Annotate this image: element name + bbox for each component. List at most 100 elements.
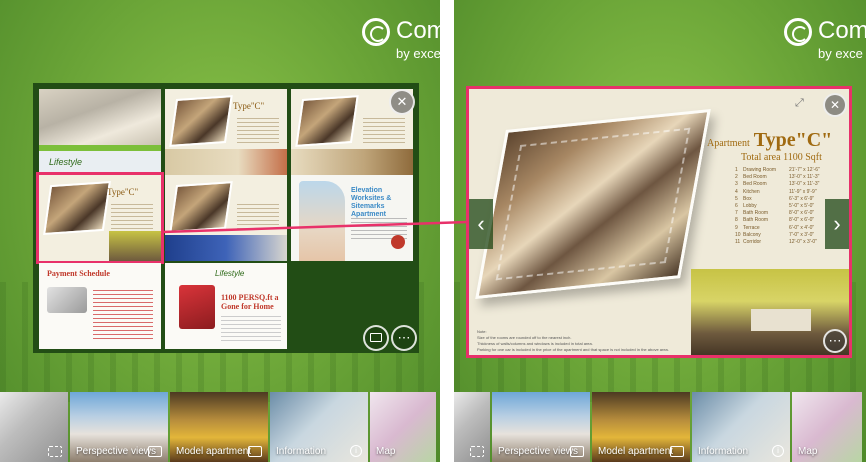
room-photo-strip [109, 231, 161, 261]
room-name: Box [743, 195, 752, 202]
thumbnail-type-d[interactable] [165, 175, 287, 261]
category-tile-sketch[interactable] [0, 392, 68, 462]
room-photo-strip [291, 149, 413, 175]
lifestyle-title: Lifestyle [215, 269, 245, 278]
room-number: 3 [735, 181, 738, 188]
room-spec-row: 5 Box 6'-3" x 6'-9" [735, 196, 827, 203]
elevation-title: Elevation Worksites & Sitemarks Apartmen… [351, 187, 392, 218]
room-size: 6'-0" x 4'-0" [789, 224, 815, 231]
category-tile-map[interactable]: Map [792, 392, 862, 462]
thumbnail-cover[interactable]: Lifestyle [39, 89, 161, 175]
gallery-icon [570, 446, 584, 457]
chevron-left-icon: ‹ [477, 211, 485, 236]
room-number: 2 [735, 174, 738, 181]
floorplan-3d-image [169, 95, 233, 147]
apartment-title: Apartment Type"C" Total area 1100 Sqft [707, 129, 832, 163]
slideshow-button[interactable] [363, 325, 389, 351]
category-tile-information[interactable]: Information i [692, 392, 790, 462]
close-icon: ✕ [396, 94, 408, 109]
thumbnail-payment[interactable]: Payment Schedule [39, 263, 161, 349]
room-number: 9 [735, 224, 738, 231]
room-number: 11 [735, 239, 741, 246]
brand-name: Comp [818, 17, 866, 44]
thumbnail-type-a[interactable]: Type"C" [165, 89, 287, 175]
company-logo-icon [362, 18, 390, 46]
dashed-frame-icon [470, 446, 484, 457]
brand-sub: by exce [818, 46, 863, 61]
expand-button[interactable]: ⤢ [795, 97, 804, 110]
room-name: Corridor [743, 239, 762, 246]
floorplan-3d-image [43, 180, 111, 236]
left-screen: Comp by exce Lifestyle Type"C" Type"C" [0, 0, 440, 462]
room-spec-row: 3 Bed Room 13'-0" x 11'-3" [735, 181, 827, 188]
gift-box-image [179, 285, 215, 329]
thumb-type-label: Type"C" [233, 101, 265, 111]
room-number: 8 [735, 217, 738, 224]
thumbnail-type-c[interactable]: Type"C" [36, 172, 164, 264]
text-lines [221, 315, 281, 341]
apartment-type: Type"C" [753, 129, 833, 151]
room-spec-row: 1 Drawing Room 21'-7" x 12'-6" [735, 167, 827, 174]
room-number: 4 [735, 188, 738, 195]
more-options-button[interactable]: ⋯ [391, 325, 417, 351]
tile-label: Model apartment [176, 446, 252, 457]
tile-label: Information [698, 446, 749, 457]
previous-page-button[interactable]: ‹ [469, 199, 493, 249]
room-size: 5'-0" x 5'-0" [789, 203, 815, 210]
room-name: Drawing Room [743, 167, 777, 173]
more-options-button[interactable]: ⋯ [823, 329, 847, 353]
room-spec-row: 6 Lobby 5'-0" x 5'-0" [735, 203, 827, 210]
thumbnail-lifestyle[interactable]: Lifestyle 1100 PERSQ.ft a Gone for Home [165, 263, 287, 349]
category-tile-perspective[interactable]: Perspective views [70, 392, 168, 462]
thumbnail-elevation[interactable]: Elevation Worksites & Sitemarks Apartmen… [291, 175, 413, 261]
floorplan-notes: Note: Size of the rooms are rounded off … [477, 329, 669, 352]
company-logo-icon [784, 18, 812, 46]
payment-title: Payment Schedule [47, 269, 110, 278]
floorplan-3d-large-image [475, 109, 711, 299]
category-tile-information[interactable]: Information i [270, 392, 368, 462]
room-number: 6 [735, 203, 738, 210]
room-size: 13'-0" x 11'-3" [789, 174, 820, 181]
brand-logo: Comp by exce [784, 18, 866, 61]
tile-label: Model apartment [598, 446, 674, 457]
spec-lines [237, 201, 279, 229]
brochure-thumbnail-grid: Lifestyle Type"C" Type"C" Elevation Work… [33, 83, 419, 353]
bottom-category-strip: Perspective views Model apartment Inform… [0, 392, 436, 462]
close-icon: ✕ [829, 98, 841, 112]
brand-name: Comp [396, 17, 440, 44]
cover-title: Lifestyle [49, 157, 83, 167]
room-spec-row: 9 Terrace 6'-0" x 4'-0" [735, 225, 827, 232]
room-name: Balcony [743, 231, 761, 238]
room-number: 10 [735, 231, 741, 238]
info-icon: i [350, 445, 362, 457]
category-tile-sketch[interactable] [454, 392, 490, 462]
category-tile-model-apartment[interactable]: Model apartment [592, 392, 690, 462]
tile-label: Perspective views [498, 446, 579, 457]
brand-logo: Comp by exce [362, 18, 440, 61]
category-tile-perspective[interactable]: Perspective views [492, 392, 590, 462]
room-name: Terrace [743, 224, 760, 231]
room-spec-row: 11 Corridor 12'-0" x 3'-0" [735, 239, 827, 246]
area-label: Total area [741, 152, 781, 163]
room-number: 5 [735, 195, 738, 202]
room-size: 7'-0" x 3'-0" [789, 231, 815, 238]
spec-lines [111, 201, 153, 229]
room-name: Bed Room [743, 174, 767, 181]
room-spec-row: 7 Bath Room 8'-0" x 6'-0" [735, 210, 827, 217]
tile-label: Information [276, 446, 327, 457]
tile-label: Perspective views [76, 446, 157, 457]
next-page-button[interactable]: › [825, 199, 849, 249]
close-button[interactable]: ✕ [389, 89, 415, 115]
category-tile-map[interactable]: Map [370, 392, 436, 462]
room-size: 11'-9" x 9'-9" [789, 188, 817, 195]
room-spec-row: 4 Kitchen 11'-9" x 9'-9" [735, 189, 827, 196]
tile-label: Map [798, 446, 818, 457]
more-icon: ⋯ [397, 330, 411, 345]
close-button[interactable]: ✕ [823, 93, 847, 117]
room-size: 21'-7" x 12'-6" [789, 167, 820, 173]
apartment-prefix: Apartment [707, 138, 750, 149]
room-name: Lobby [743, 203, 757, 210]
chevron-right-icon: › [833, 211, 841, 236]
room-spec-row: 2 Bed Room 13'-0" x 11'-3" [735, 174, 827, 181]
category-tile-model-apartment[interactable]: Model apartment [170, 392, 268, 462]
